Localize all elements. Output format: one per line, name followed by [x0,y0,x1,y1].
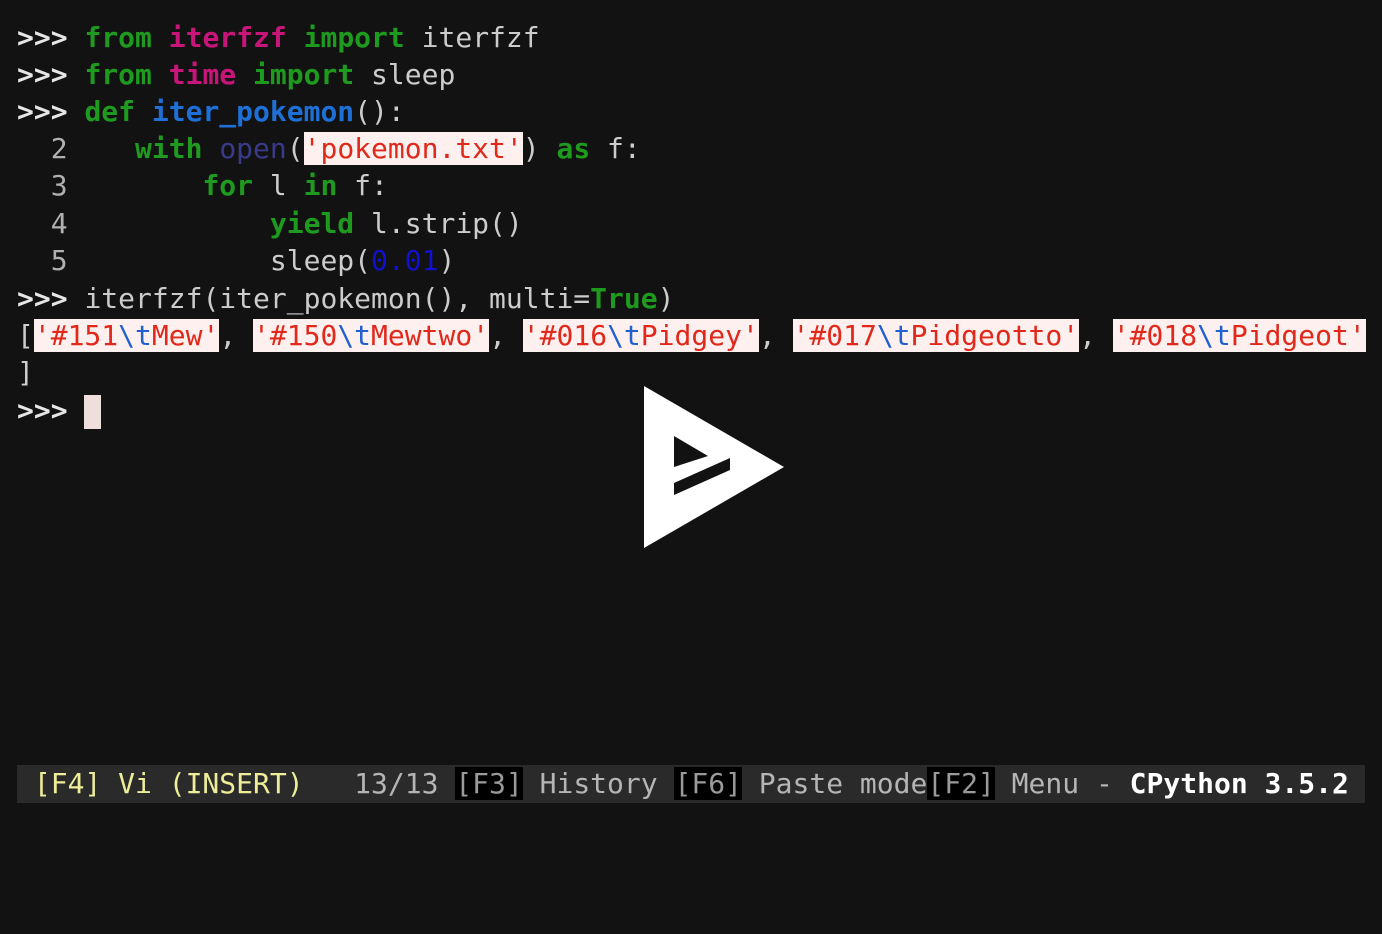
prompt: >>> [17,394,68,427]
code-line-2: >>> from time import sleep [17,56,455,93]
code-line-6: 4 yield l.strip() [17,205,523,242]
prompt: >>> [17,282,68,315]
output-item: '#017\tPidgeotto' [792,319,1080,352]
code-line-5: 3 for l in f: [17,167,388,204]
code-text: (): [354,95,405,128]
line-number: 2 [50,132,68,165]
line-number: 4 [50,207,68,240]
output-item: '#018\tPidgeot' [1112,319,1366,352]
separator: , [219,319,237,352]
output-item: '#016\tPidgey' [522,319,759,352]
code-text: ) [438,244,456,277]
line-number: 3 [50,169,68,202]
code-text: ) [522,132,540,165]
code-text: sleep( [269,244,372,277]
import-name: sleep [371,58,456,91]
terminal-window[interactable]: >>> from iterfzf import iterfzf >>> from… [0,0,1382,934]
keyword-true: True [590,282,658,315]
code-text: l.strip() [354,207,523,240]
f3-key[interactable]: [F3] [455,767,523,800]
code-text: ) [657,282,675,315]
play-logo-icon[interactable] [644,386,784,548]
keyword-in: in [303,169,338,202]
keyword-with: with [135,132,203,165]
line-number: 5 [50,244,68,277]
toolbar-dash: - [1095,767,1113,800]
string-literal: 'pokemon.txt' [303,132,523,165]
code-line-1: >>> from iterfzf import iterfzf [17,19,540,56]
module-name: time [168,58,237,91]
keyword-def: def [84,95,136,128]
code-text: iterfzf(iter_pokemon(), multi= [84,282,591,315]
code-line-3: >>> def iter_pokemon(): [17,93,405,130]
active-prompt-line[interactable]: >>> [17,392,102,429]
separator: , [1079,319,1096,352]
keyword-import: import [303,21,405,54]
module-name: iterfzf [168,21,287,54]
code-line-8: >>> iterfzf(iter_pokemon(), multi=True) [17,280,674,317]
keyword-from: from [84,58,152,91]
separator: , [489,319,506,352]
keyword-import: import [253,58,355,91]
open-bracket: [ [17,319,34,352]
output-item: '#151\tMew' [33,319,220,352]
function-name: iter_pokemon [151,95,355,128]
prompt: >>> [17,58,68,91]
builtin-open: open [219,132,287,165]
prompt: >>> [17,95,68,128]
f2-key[interactable]: [F2] [927,767,995,800]
keyword-from: from [84,21,152,54]
output-line: ['#151\tMew', '#150\tMewtwo', '#016\tPid… [17,317,1366,354]
paste-mode-label[interactable]: Paste mode [759,767,928,800]
vi-mode-indicator[interactable]: [F4] Vi (INSERT) [34,767,304,800]
keyword-as: as [556,132,591,165]
menu-label[interactable]: Menu [1012,767,1079,800]
python-version: CPython 3.5.2 [1129,767,1349,800]
code-line-4: 2 with open('pokemon.txt') as f: [17,130,641,167]
history-label[interactable]: History [540,767,658,800]
f6-key[interactable]: [F6] [674,767,742,800]
text-cursor[interactable] [84,395,102,429]
code-text: f: [337,169,388,202]
number-literal: 0.01 [371,244,439,277]
code-text: f: [590,132,641,165]
keyword-for: for [202,169,254,202]
code-line-7: 5 sleep(0.01) [17,242,456,279]
prompt: >>> [17,21,68,54]
code-text: ( [286,132,304,165]
output-item: '#150\tMewtwo' [253,319,490,352]
import-name: iterfzf [421,21,540,54]
code-text: l [253,169,304,202]
status-toolbar: [F4] Vi (INSERT) 13/13 [F3] History [F6]… [17,765,1365,803]
history-count: 13/13 [354,767,439,800]
separator: , [758,319,776,352]
output-line-close: ] [17,354,34,391]
keyword-yield: yield [269,207,355,240]
close-bracket: ] [17,356,34,389]
